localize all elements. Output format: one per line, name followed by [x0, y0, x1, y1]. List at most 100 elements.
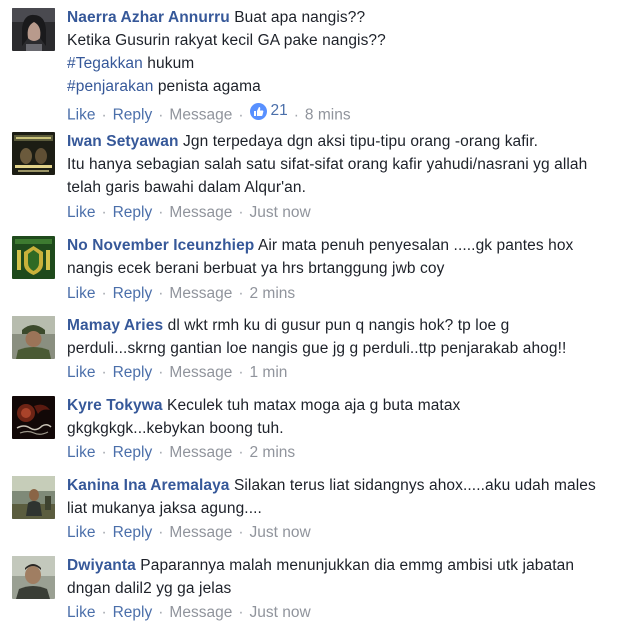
- avatar[interactable]: [12, 8, 55, 51]
- avatar[interactable]: [12, 132, 55, 175]
- comment-text: dngan dalil2 yg ga jelas: [67, 580, 232, 597]
- avatar[interactable]: [12, 396, 55, 439]
- timestamp[interactable]: Just now: [250, 524, 311, 541]
- message-button[interactable]: Message: [169, 285, 232, 302]
- comment-actions: Like · Reply · Message · Just now: [67, 523, 311, 543]
- man-portrait-icon: [12, 556, 55, 599]
- outdoor-scene-icon: [12, 476, 55, 519]
- like-button[interactable]: Like: [67, 524, 95, 541]
- message-button[interactable]: Message: [169, 604, 232, 621]
- comment-text: telah garis bawahi dalam Alqur'an.: [67, 179, 307, 196]
- timestamp[interactable]: 2 mins: [250, 285, 296, 302]
- like-button[interactable]: Like: [67, 364, 95, 381]
- comment-text: Paparannya malah menunjukkan dia emmg am…: [140, 557, 575, 574]
- separator: ·: [238, 524, 244, 541]
- comment-text: Air mata penuh penyesalan .....gk pantes…: [257, 237, 574, 254]
- comment-author[interactable]: Kyre Tokywa: [67, 397, 163, 414]
- timestamp[interactable]: 8 mins: [305, 107, 351, 124]
- like-button[interactable]: Like: [67, 285, 95, 302]
- separator: ·: [101, 524, 107, 541]
- timestamp[interactable]: 1 min: [250, 364, 288, 381]
- separator: ·: [158, 524, 164, 541]
- comment-text: Ketika Gusurin rakyat kecil GA pake nang…: [67, 32, 386, 49]
- reply-button[interactable]: Reply: [113, 524, 153, 541]
- separator: ·: [101, 604, 107, 621]
- separator: ·: [101, 204, 107, 221]
- reply-button[interactable]: Reply: [113, 364, 153, 381]
- separator: ·: [238, 285, 244, 302]
- avatar[interactable]: [12, 476, 55, 519]
- comment-author[interactable]: Dwiyanta: [67, 557, 136, 574]
- comment-text: Itu hanya sebagian salah satu sifat-sifa…: [67, 156, 588, 173]
- message-button[interactable]: Message: [169, 524, 232, 541]
- hashtag-link[interactable]: #penjarakan: [67, 78, 153, 95]
- message-button[interactable]: Message: [169, 204, 232, 221]
- thumbs-up-icon: [249, 102, 267, 120]
- comment-list: Naerra Azhar Annurru Buat apa nangis?? K…: [0, 0, 635, 627]
- comment-actions: Like · Reply · Message · 2 mins: [67, 443, 295, 463]
- comment-author[interactable]: No November Iceunzhiep: [67, 237, 254, 254]
- comment-text: Jgn terpedaya dgn aksi tipu-tipu orang -…: [183, 133, 539, 150]
- separator: ·: [158, 204, 164, 221]
- comment-text: Buat apa nangis??: [234, 9, 366, 26]
- dark-calligraphy-icon: [12, 396, 55, 439]
- separator: ·: [158, 604, 164, 621]
- reaction-count[interactable]: 21: [249, 101, 288, 121]
- comment-actions: Like · Reply · Message · 2 mins: [67, 284, 295, 304]
- separator: ·: [158, 106, 164, 124]
- separator: ·: [238, 106, 244, 124]
- like-button[interactable]: Like: [67, 107, 95, 124]
- separator: ·: [238, 604, 244, 621]
- comment-author[interactable]: Mamay Aries: [67, 317, 163, 334]
- separator: ·: [101, 364, 107, 381]
- message-button[interactable]: Message: [169, 444, 232, 461]
- comment-actions: Like · Reply · Message · Just now: [67, 203, 311, 223]
- separator: ·: [158, 364, 164, 381]
- reply-button[interactable]: Reply: [113, 204, 153, 221]
- green-emblem-icon: [12, 236, 55, 279]
- reply-button[interactable]: Reply: [113, 107, 153, 124]
- comment-text: dl wkt rmh ku di gusur pun q nangis hok?…: [167, 317, 510, 334]
- avatar[interactable]: [12, 556, 55, 599]
- religious-poster-icon: [12, 132, 55, 175]
- comment-actions: Like · Reply · Message · 1 min: [67, 363, 287, 383]
- comment-author[interactable]: Kanina Ina Aremalaya: [67, 477, 230, 494]
- comment-author[interactable]: Iwan Setyawan: [67, 133, 179, 150]
- woman-portrait-icon: [12, 8, 55, 51]
- comment-text: hukum: [142, 55, 195, 72]
- separator: ·: [238, 444, 244, 461]
- reply-button[interactable]: Reply: [113, 444, 153, 461]
- like-count: 21: [270, 102, 288, 119]
- comment-author[interactable]: Naerra Azhar Annurru: [67, 9, 230, 26]
- separator: ·: [158, 444, 164, 461]
- avatar[interactable]: [12, 316, 55, 359]
- avatar[interactable]: [12, 236, 55, 279]
- comment-text: gkgkgkgk...kebykan boong tuh.: [67, 420, 284, 437]
- message-button[interactable]: Message: [169, 364, 232, 381]
- like-button[interactable]: Like: [67, 604, 95, 621]
- reply-button[interactable]: Reply: [113, 285, 153, 302]
- like-button[interactable]: Like: [67, 444, 95, 461]
- timestamp[interactable]: Just now: [250, 604, 311, 621]
- separator: ·: [101, 106, 107, 124]
- separator: ·: [238, 364, 244, 381]
- message-button[interactable]: Message: [169, 107, 232, 124]
- separator: ·: [293, 106, 299, 124]
- timestamp[interactable]: 2 mins: [250, 444, 296, 461]
- separator: ·: [101, 285, 107, 302]
- comment-text: perduli...skrng gantian loe nangis gue j…: [67, 340, 567, 357]
- comment-text: penista agama: [153, 78, 261, 95]
- reply-button[interactable]: Reply: [113, 604, 153, 621]
- comment-text: Keculek tuh matax moga aja g buta matax: [167, 397, 461, 414]
- comment-text: liat mukanya jaksa agung....: [67, 500, 262, 517]
- separator: ·: [158, 285, 164, 302]
- hashtag-link[interactable]: #Tegakkan: [67, 55, 143, 72]
- comment-text: nangis ecek berani berbuat ya hrs brtang…: [67, 260, 445, 277]
- comment-text: Silakan terus liat sidangnys ahox.....ak…: [233, 477, 596, 494]
- like-button[interactable]: Like: [67, 204, 95, 221]
- separator: ·: [238, 204, 244, 221]
- comment-actions: Like · Reply · Message · Just now: [67, 603, 311, 623]
- separator: ·: [101, 444, 107, 461]
- timestamp[interactable]: Just now: [250, 204, 311, 221]
- soldier-photo-icon: [12, 316, 55, 359]
